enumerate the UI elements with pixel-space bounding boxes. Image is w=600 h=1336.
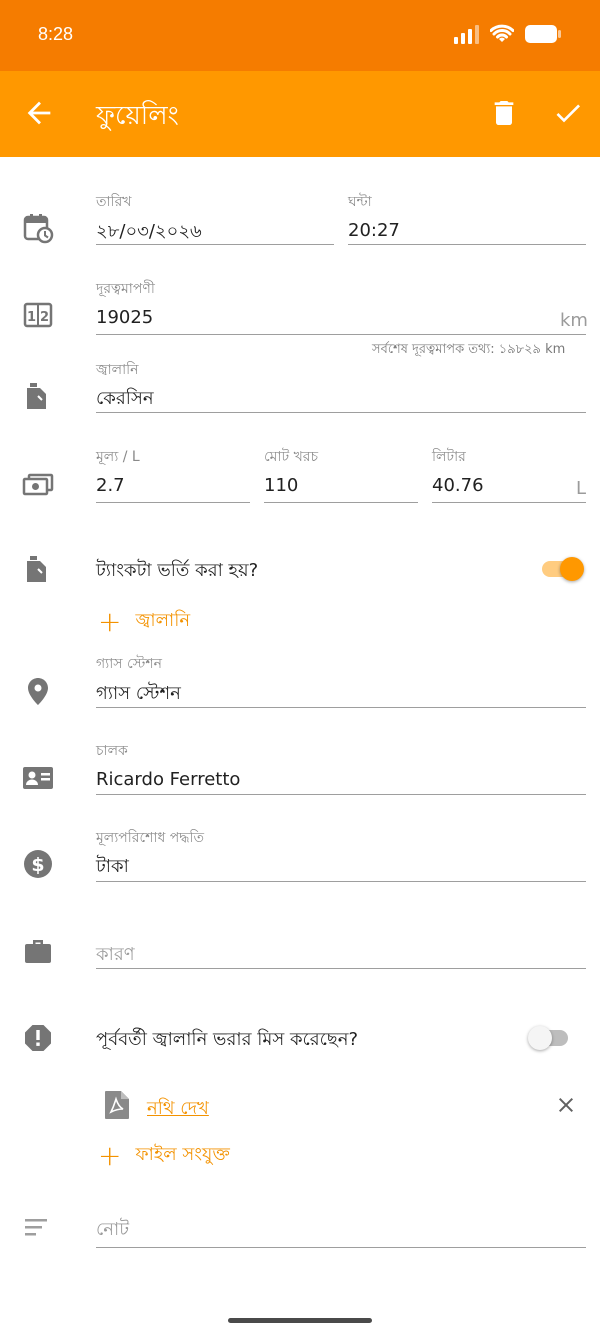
- driver-underline: [96, 794, 586, 795]
- gas-station-field[interactable]: গ্যাস স্টেশন: [96, 679, 181, 710]
- payment-underline: [96, 881, 586, 882]
- note-underline: [96, 1247, 586, 1248]
- fuel-label: জ্বালানি: [96, 362, 139, 378]
- add-fuel-label: জ্বালানি: [135, 610, 191, 631]
- money-icon: [22, 473, 54, 496]
- liters-label: লিটার: [432, 449, 466, 465]
- add-fuel-button[interactable]: + জ্বালানি: [98, 606, 190, 637]
- time-label: ঘন্টা: [348, 194, 372, 210]
- reason-field[interactable]: কারণ: [96, 940, 135, 971]
- tank-full-toggle[interactable]: [538, 557, 584, 581]
- time-underline: [348, 244, 586, 245]
- odometer-underline: [96, 334, 586, 335]
- app-bar: ফুয়েলিং: [0, 71, 600, 157]
- date-label: তারিখ: [96, 194, 132, 210]
- status-icons: [454, 24, 562, 44]
- odometer-unit: km: [560, 310, 588, 331]
- page-title: ফুয়েলিং: [96, 101, 179, 131]
- tank-full-label: ট্যাংকটা ভর্তি করা হয়?: [96, 560, 259, 581]
- view-document-link[interactable]: নথি দেখ: [147, 1094, 209, 1125]
- status-time: 8:28: [38, 24, 74, 44]
- svg-text:$: $: [31, 854, 44, 876]
- date-underline: [96, 244, 334, 245]
- price-field[interactable]: 2.7: [96, 475, 125, 496]
- driver-label: চালক: [96, 743, 128, 759]
- liters-underline: [432, 502, 586, 503]
- attach-file-button[interactable]: + ফাইল সংযুক্ত: [98, 1140, 230, 1171]
- location-pin-icon: [28, 678, 48, 705]
- calendar-clock-icon: [23, 214, 54, 244]
- price-underline: [96, 502, 250, 503]
- time-field[interactable]: 20:27: [348, 220, 400, 241]
- save-check-icon[interactable]: [552, 97, 584, 129]
- dollar-circle-icon: $: [24, 850, 52, 878]
- svg-text:2: 2: [40, 310, 49, 325]
- total-cost-field[interactable]: 110: [264, 475, 298, 496]
- pdf-file-icon: [105, 1091, 129, 1119]
- odometer-field[interactable]: 19025: [96, 307, 153, 328]
- driver-field[interactable]: Ricardo Ferretto: [96, 769, 240, 790]
- status-bar: 8:28: [0, 0, 600, 71]
- plus-icon: +: [98, 1138, 122, 1172]
- liters-field[interactable]: 40.76: [432, 475, 484, 496]
- odometer-icon: 1 2: [23, 302, 53, 328]
- home-indicator: [228, 1318, 372, 1323]
- total-cost-label: মোট খরচ: [264, 449, 319, 465]
- alert-octagon-icon: [25, 1025, 51, 1051]
- reason-underline: [96, 968, 586, 969]
- payment-field[interactable]: টাকা: [96, 852, 129, 883]
- driver-card-icon: [23, 767, 53, 789]
- payment-label: মূল্যপরিশোধ পদ্ধতি: [96, 830, 205, 846]
- gas-station-underline: [96, 707, 586, 708]
- toggle-thumb: [560, 557, 584, 581]
- liters-unit: L: [576, 478, 587, 499]
- total-cost-underline: [264, 502, 418, 503]
- gas-station-label: গ্যাস স্টেশন: [96, 656, 163, 672]
- missed-fill-label: পূর্ববর্তী জ্বালানি ভরার মিস করেছেন?: [96, 1029, 359, 1050]
- attach-file-label: ফাইল সংযুক্ত: [135, 1144, 230, 1165]
- battery-icon: [525, 25, 561, 43]
- note-field[interactable]: নোট: [96, 1215, 129, 1246]
- odometer-label: দূরত্বমাপণী: [96, 281, 155, 297]
- fuel-can-icon: [27, 383, 46, 409]
- fuel-underline: [96, 412, 586, 413]
- briefcase-icon: [25, 940, 51, 963]
- back-arrow-icon[interactable]: [22, 96, 56, 130]
- missed-fill-toggle[interactable]: [528, 1026, 572, 1050]
- toggle-thumb: [528, 1026, 552, 1050]
- fuel-can-icon: [27, 556, 46, 582]
- wifi-icon: [490, 24, 514, 42]
- notes-lines-icon: [25, 1219, 47, 1236]
- signal-icon: [454, 25, 479, 44]
- svg-text:1: 1: [27, 310, 36, 325]
- odometer-hint: সর্বশেষ দূরত্বমাপক তথ্য: ১৯৮২৯ km: [372, 342, 566, 357]
- close-icon[interactable]: [554, 1093, 578, 1117]
- price-label: মূল্য / L: [96, 449, 140, 465]
- plus-icon: +: [98, 604, 122, 638]
- delete-icon[interactable]: [488, 97, 520, 129]
- fuel-field[interactable]: কেরসিন: [96, 384, 154, 415]
